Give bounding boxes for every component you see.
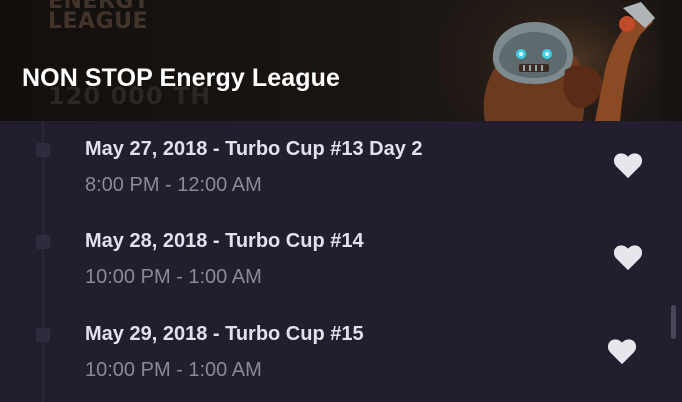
event-list: May 27, 2018 - Turbo Cup #13 Day 2 8:00 … (0, 121, 682, 402)
league-banner: ENERGY LEAGUE 120 000 TH NON STOP Energy… (0, 0, 682, 121)
event-title: May 29, 2018 - Turbo Cup #15 (85, 323, 364, 345)
event-item[interactable]: May 28, 2018 - Turbo Cup #14 10:00 PM - … (0, 213, 670, 293)
heart-icon[interactable] (613, 152, 643, 180)
event-item[interactable]: May 27, 2018 - Turbo Cup #13 Day 2 8:00 … (0, 121, 670, 201)
event-time: 10:00 PM - 1:00 AM (85, 266, 262, 288)
event-schedule-card: ENERGY LEAGUE 120 000 TH NON STOP Energy… (0, 0, 682, 402)
mascot-illustration (455, 0, 682, 121)
event-item[interactable]: May 29, 2018 - Turbo Cup #15 10:00 PM - … (0, 306, 670, 386)
banner-logo-text: ENERGY LEAGUE (48, 0, 150, 34)
timeline-dot (36, 143, 50, 157)
league-title: NON STOP Energy League (22, 64, 341, 92)
scrollbar-thumb[interactable] (671, 305, 676, 339)
event-title: May 27, 2018 - Turbo Cup #13 Day 2 (85, 138, 423, 160)
event-time: 8:00 PM - 12:00 AM (85, 174, 262, 196)
heart-icon[interactable] (607, 338, 637, 366)
event-time: 10:00 PM - 1:00 AM (85, 359, 262, 381)
timeline-dot (36, 235, 50, 249)
event-title: May 28, 2018 - Turbo Cup #14 (85, 230, 364, 252)
heart-icon[interactable] (613, 244, 643, 272)
timeline-dot (36, 328, 50, 342)
